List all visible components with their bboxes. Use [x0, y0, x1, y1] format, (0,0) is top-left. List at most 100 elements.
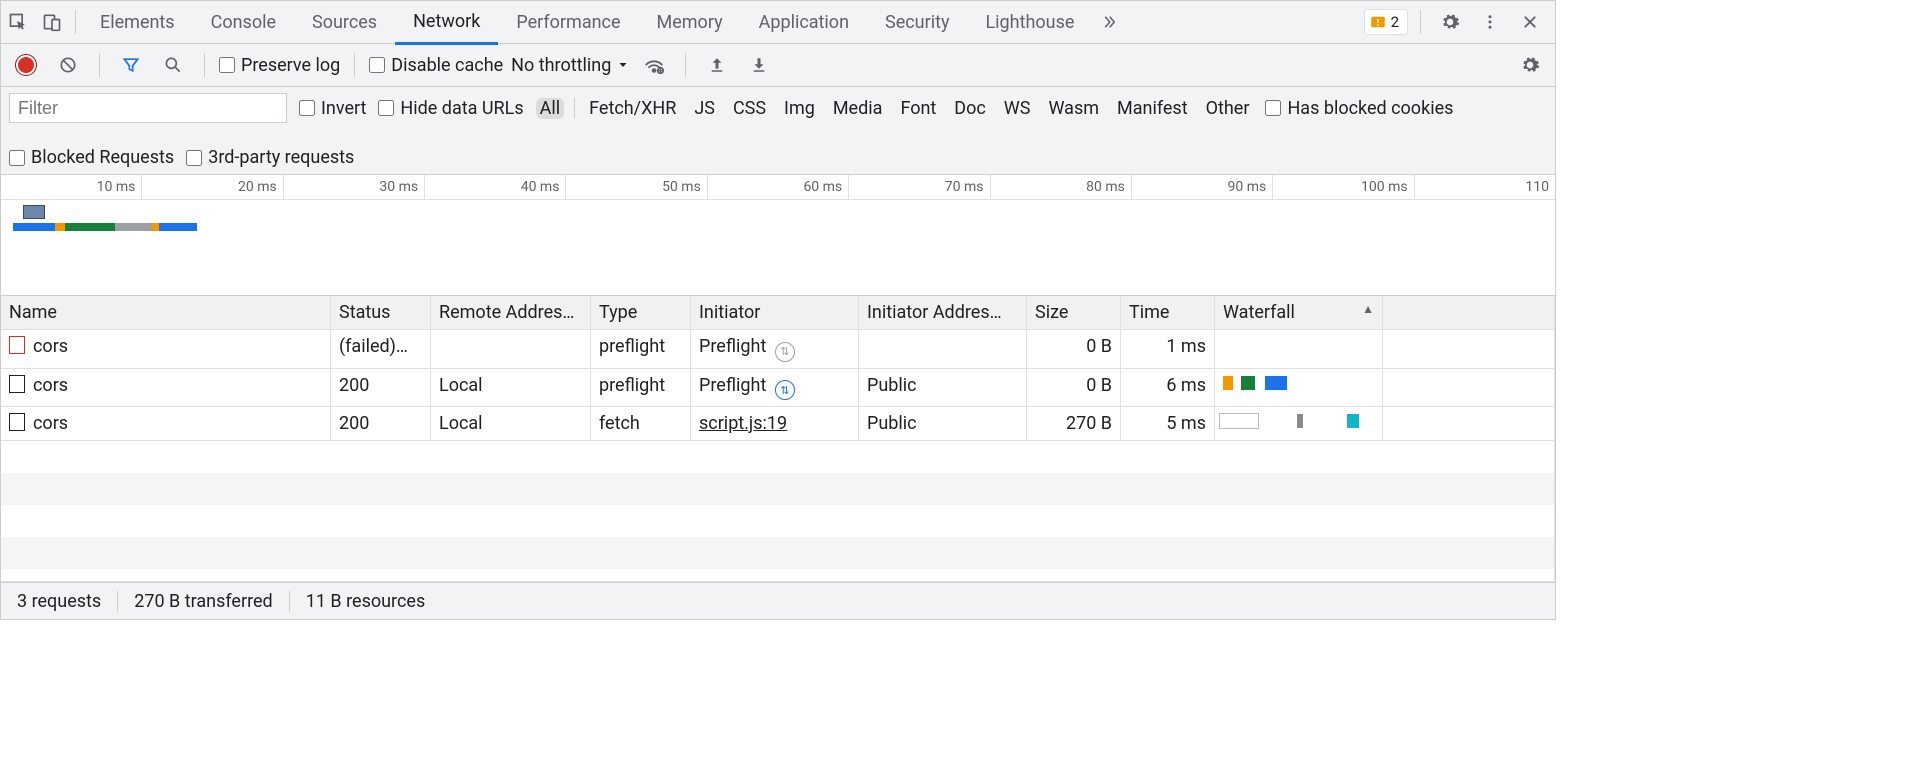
- cell-remote[interactable]: [431, 330, 591, 369]
- col-initiator[interactable]: Initiator: [691, 296, 859, 330]
- tab-lighthouse[interactable]: Lighthouse: [967, 1, 1092, 43]
- cell-initiator[interactable]: Preflight ⇅: [691, 330, 859, 369]
- col-name[interactable]: Name: [1, 296, 331, 330]
- tab-console[interactable]: Console: [193, 1, 294, 43]
- type-filter-doc[interactable]: Doc: [950, 98, 990, 119]
- cell-initiator-addr[interactable]: [859, 330, 1027, 369]
- file-icon: [9, 336, 25, 354]
- divider: [75, 10, 76, 34]
- type-filter-font[interactable]: Font: [896, 98, 940, 119]
- type-filter-wasm[interactable]: Wasm: [1044, 98, 1103, 119]
- cell-initiator[interactable]: script.js:19: [691, 407, 859, 441]
- filter-input[interactable]: [9, 93, 287, 123]
- col-initiator-addr[interactable]: Initiator Addres…: [859, 296, 1027, 330]
- tab-sources[interactable]: Sources: [294, 1, 395, 43]
- col-time[interactable]: Time: [1121, 296, 1215, 330]
- type-filter-all[interactable]: All: [536, 98, 565, 119]
- cell-type[interactable]: fetch: [591, 407, 691, 441]
- chevrons-right-icon[interactable]: [1092, 5, 1126, 39]
- divider: [1420, 10, 1421, 34]
- cell-name[interactable]: cors: [1, 407, 331, 441]
- kebab-icon[interactable]: [1473, 5, 1507, 39]
- tab-elements[interactable]: Elements: [82, 1, 193, 43]
- network-conditions-icon[interactable]: [637, 48, 671, 82]
- cell-waterfall[interactable]: [1215, 369, 1383, 408]
- upload-icon[interactable]: [700, 48, 734, 82]
- divider: [685, 53, 686, 77]
- resource-type-filter: All Fetch/XHR JS CSS Img Media Font Doc WS Wasm Ma…: [536, 98, 1254, 119]
- inspect-icon[interactable]: [1, 5, 35, 39]
- cell-status[interactable]: (failed)…: [331, 330, 431, 369]
- cell-remote[interactable]: Local: [431, 369, 591, 408]
- network-request-table: Name Status Remote Addres… Type Initiato…: [1, 296, 1555, 441]
- cell-initiator[interactable]: Preflight ⇅: [691, 369, 859, 408]
- type-filter-fetchxhr[interactable]: Fetch/XHR: [585, 98, 680, 119]
- has-blocked-cookies-checkbox[interactable]: Has blocked cookies: [1265, 98, 1453, 119]
- type-filter-other[interactable]: Other: [1202, 98, 1254, 119]
- clear-icon[interactable]: [51, 48, 85, 82]
- cell-status[interactable]: 200: [331, 369, 431, 408]
- tab-application[interactable]: Application: [741, 1, 867, 43]
- status-resources: 11 B resources: [290, 591, 442, 612]
- tab-security[interactable]: Security: [867, 1, 967, 43]
- type-filter-media[interactable]: Media: [829, 98, 887, 119]
- col-remote-address[interactable]: Remote Addres…: [431, 296, 591, 330]
- issues-count: 2: [1391, 13, 1399, 31]
- overview-timeline[interactable]: 10 ms20 ms30 ms40 ms50 ms60 ms70 ms80 ms…: [1, 175, 1555, 296]
- cell-size[interactable]: 0 B: [1027, 369, 1121, 408]
- cell-initiator-addr[interactable]: Public: [859, 369, 1027, 408]
- cell-name[interactable]: cors: [1, 330, 331, 369]
- throttling-select[interactable]: No throttling: [511, 55, 629, 76]
- col-waterfall[interactable]: Waterfall: [1215, 296, 1383, 330]
- overview-tick: 40 ms: [424, 175, 565, 199]
- tab-memory[interactable]: Memory: [639, 1, 741, 43]
- invert-checkbox[interactable]: Invert: [299, 98, 366, 119]
- cell-remote[interactable]: Local: [431, 407, 591, 441]
- gear-icon[interactable]: [1433, 5, 1467, 39]
- table-empty-area: [1, 441, 1555, 582]
- cell-spacer[interactable]: [1383, 330, 1555, 369]
- tab-performance[interactable]: Performance: [498, 1, 638, 43]
- overview-selection[interactable]: [23, 205, 45, 219]
- col-type[interactable]: Type: [591, 296, 691, 330]
- funnel-icon[interactable]: [114, 48, 148, 82]
- initiator-link[interactable]: script.js:19: [699, 413, 787, 434]
- hide-data-urls-checkbox[interactable]: Hide data URLs: [378, 98, 523, 119]
- cell-size[interactable]: 0 B: [1027, 330, 1121, 369]
- cell-type[interactable]: preflight: [591, 369, 691, 408]
- record-icon[interactable]: [9, 48, 43, 82]
- cell-time[interactable]: 5 ms: [1121, 407, 1215, 441]
- cell-spacer[interactable]: [1383, 369, 1555, 408]
- gear-icon[interactable]: [1513, 48, 1547, 82]
- cell-type[interactable]: preflight: [591, 330, 691, 369]
- cell-size[interactable]: 270 B: [1027, 407, 1121, 441]
- cell-time[interactable]: 6 ms: [1121, 369, 1215, 408]
- blocked-requests-checkbox[interactable]: Blocked Requests: [9, 147, 174, 168]
- cell-waterfall[interactable]: [1215, 407, 1383, 441]
- cell-time[interactable]: 1 ms: [1121, 330, 1215, 369]
- type-filter-ws[interactable]: WS: [1000, 98, 1035, 119]
- search-icon[interactable]: [156, 48, 190, 82]
- tab-network[interactable]: Network: [395, 0, 498, 45]
- network-toolbar: Preserve log Disable cache No throttling: [1, 44, 1555, 87]
- col-status[interactable]: Status: [331, 296, 431, 330]
- preserve-log-checkbox[interactable]: Preserve log: [219, 55, 340, 76]
- third-party-checkbox[interactable]: 3rd-party requests: [186, 147, 354, 168]
- cell-name[interactable]: cors: [1, 369, 331, 408]
- cell-status[interactable]: 200: [331, 407, 431, 441]
- status-requests: 3 requests: [1, 591, 118, 612]
- type-filter-manifest[interactable]: Manifest: [1113, 98, 1192, 119]
- close-icon[interactable]: [1513, 5, 1547, 39]
- type-filter-js[interactable]: JS: [690, 98, 719, 119]
- type-filter-img[interactable]: Img: [780, 98, 819, 119]
- download-icon[interactable]: [742, 48, 776, 82]
- type-filter-css[interactable]: CSS: [729, 98, 770, 119]
- cell-spacer[interactable]: [1383, 407, 1555, 441]
- col-size[interactable]: Size: [1027, 296, 1121, 330]
- issues-counter[interactable]: 2: [1364, 9, 1408, 35]
- disable-cache-checkbox[interactable]: Disable cache: [369, 55, 503, 76]
- cell-waterfall[interactable]: [1215, 330, 1383, 369]
- device-icon[interactable]: [35, 5, 69, 39]
- status-bar: 3 requests 270 B transferred 11 B resour…: [1, 582, 1555, 619]
- cell-initiator-addr[interactable]: Public: [859, 407, 1027, 441]
